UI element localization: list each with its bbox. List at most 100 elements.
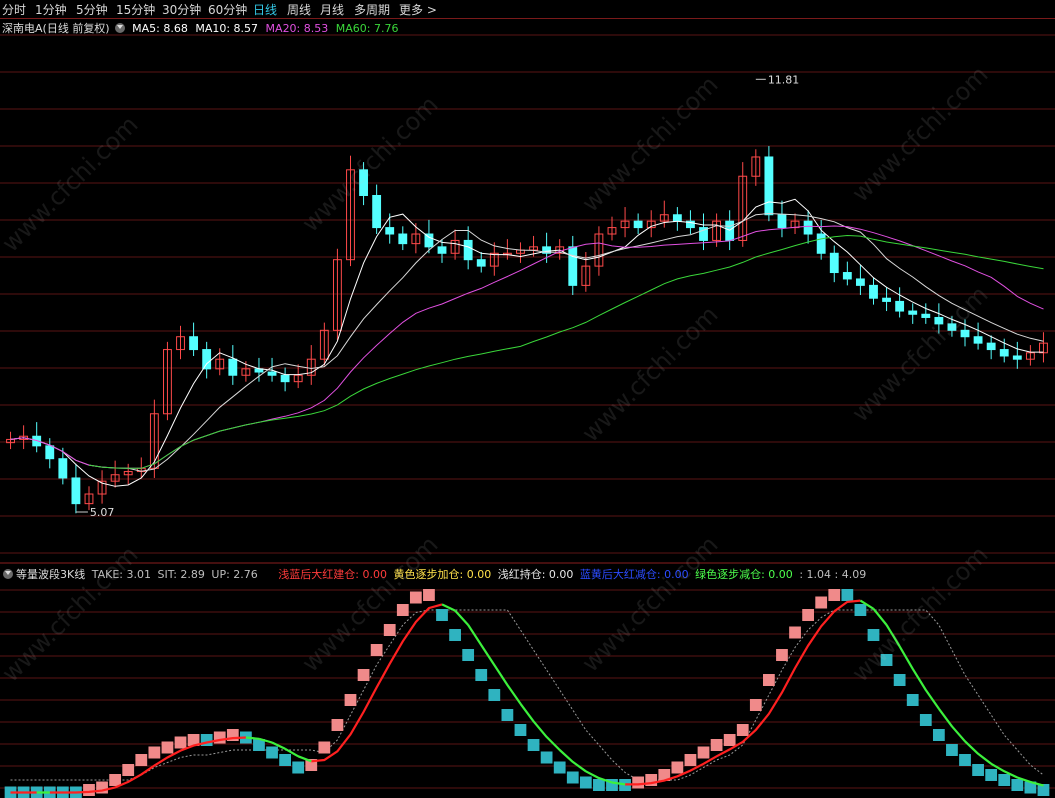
candle-body	[869, 284, 878, 299]
indicator-block	[815, 596, 828, 609]
indicator-block	[396, 604, 409, 616]
ma10-line	[10, 212, 1044, 472]
indicator-block	[946, 744, 958, 756]
moving-average-lines	[10, 198, 1044, 487]
indicator-block	[776, 649, 788, 661]
candle-body	[463, 239, 473, 261]
candle-body	[228, 358, 238, 376]
indicator-block	[959, 754, 971, 766]
indicator-block	[828, 589, 841, 601]
indicator-block	[501, 709, 514, 721]
candle-body	[960, 329, 970, 338]
candle-body	[816, 233, 826, 254]
indicator-block	[593, 779, 605, 791]
candle-body	[672, 214, 682, 222]
price-annotations: 11.81 5.07	[75, 73, 800, 519]
candle-body	[568, 246, 578, 286]
indicator-block	[880, 654, 893, 666]
indicator-block	[383, 624, 396, 636]
candle-body	[280, 374, 290, 383]
indicator-block	[972, 764, 984, 776]
indicator-block	[514, 724, 527, 736]
indicator-block	[632, 776, 645, 789]
candle-body	[999, 349, 1009, 357]
candle-body	[385, 227, 395, 235]
indicator-block	[279, 754, 291, 766]
candle-body	[764, 156, 774, 216]
indicator-block	[161, 741, 174, 754]
indicator-series	[4, 589, 1050, 798]
indicator-block	[763, 674, 775, 686]
indicator-block	[266, 746, 278, 759]
indicator-block	[1011, 779, 1024, 791]
indicator-block	[370, 644, 383, 656]
candle-body	[372, 194, 382, 229]
candle-body	[359, 169, 368, 196]
indicator-block	[122, 764, 135, 776]
envelope-dashed-line	[10, 609, 1044, 781]
indicator-block	[789, 626, 801, 639]
indicator-block	[475, 669, 488, 681]
low-label: 5.07	[90, 506, 115, 519]
candle-body	[202, 349, 212, 370]
indicator-block	[449, 629, 461, 641]
indicator-block	[985, 769, 998, 781]
indicator-block	[436, 609, 448, 621]
candle-body	[908, 310, 918, 315]
indicator-block	[409, 591, 422, 604]
candle-body	[725, 220, 735, 241]
candle-body	[855, 278, 865, 286]
candle-body	[189, 336, 199, 351]
indicator-block	[488, 689, 501, 701]
candle-body	[947, 323, 957, 331]
indicator-block	[697, 746, 710, 759]
indicator-block	[710, 739, 723, 751]
high-label: 11.81	[768, 73, 800, 86]
candle-body	[829, 252, 839, 274]
candle-body	[633, 220, 643, 229]
indicator-block	[893, 674, 906, 686]
indicator-block	[357, 669, 370, 681]
ma20-line	[10, 225, 1044, 469]
indicator-block	[723, 734, 736, 746]
indicator-block	[331, 719, 344, 731]
indicator-block	[148, 746, 161, 759]
indicator-block	[344, 694, 357, 706]
indicator-block	[906, 694, 919, 706]
indicator-block	[802, 609, 814, 621]
candle-body	[803, 220, 813, 235]
candle-body	[71, 477, 81, 505]
indicator-block	[174, 736, 187, 749]
indicator-green-line	[36, 599, 1044, 794]
indicator-block	[579, 776, 592, 789]
indicator-block	[736, 724, 749, 736]
indicator-block	[527, 739, 540, 751]
indicator-block	[462, 649, 475, 661]
candle-body	[921, 313, 931, 318]
candle-body	[842, 272, 852, 280]
indicator-block	[671, 761, 684, 774]
indicator-block	[998, 774, 1011, 786]
chart-canvas: 11.81 5.07	[0, 34, 1055, 798]
candle-body	[476, 259, 486, 267]
indicator-block	[423, 589, 435, 601]
indicator-block	[135, 754, 148, 766]
indicator-block	[318, 741, 331, 754]
indicator-block	[292, 761, 305, 774]
indicator-block	[566, 771, 579, 784]
indicator-block	[919, 714, 932, 726]
candle-body	[973, 336, 983, 344]
indicator-block	[83, 784, 95, 796]
candle-body	[1012, 355, 1022, 360]
indicator-block	[540, 751, 553, 764]
ma60-line	[88, 234, 1044, 469]
candle-body	[986, 342, 996, 351]
candle-body	[45, 445, 55, 460]
indicator-block	[109, 774, 122, 786]
candle-body	[777, 214, 787, 229]
candle-body	[398, 233, 408, 245]
candle-body	[437, 246, 447, 254]
indicator-block	[841, 589, 854, 601]
candle-body	[58, 458, 68, 479]
indicator-block	[553, 761, 566, 774]
